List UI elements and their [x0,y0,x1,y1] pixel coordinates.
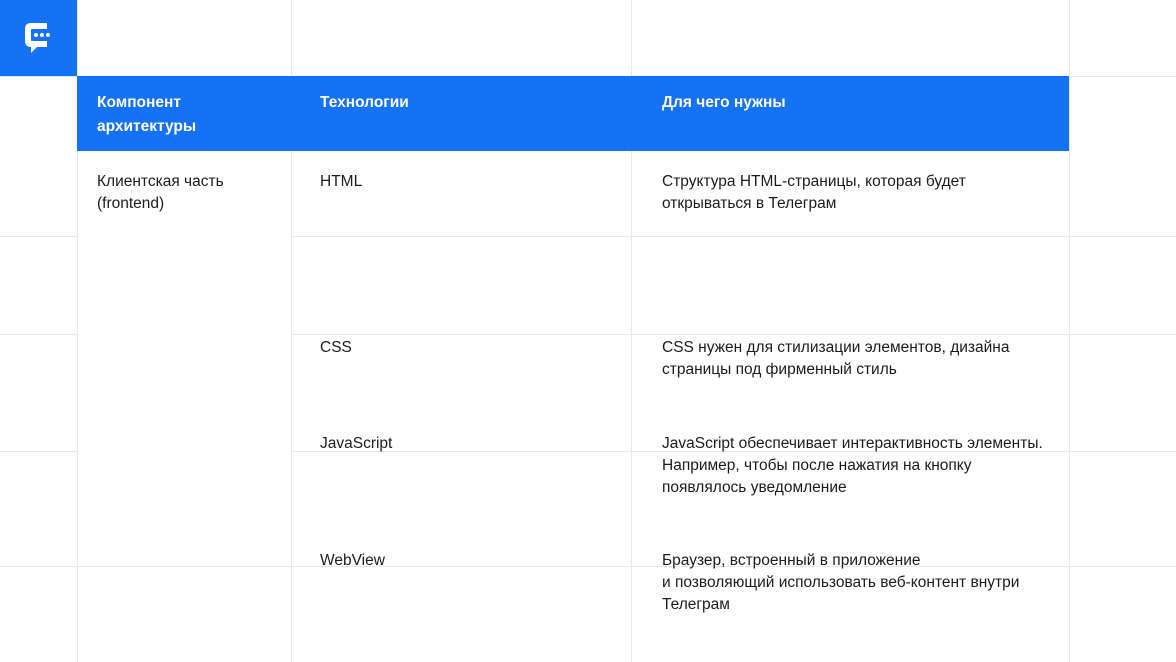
purpose-cell: CSS нужен для стилизации элементов, диза… [662,339,1010,378]
slide: Компонент архитектуры Технологии Для чег… [0,0,1176,662]
grid-line [0,76,77,77]
grid-line [291,236,1176,237]
grid-line [0,451,77,452]
component-frontend-label: Клиентская часть (frontend) [97,173,224,212]
tech-cell: HTML [320,173,363,190]
header-technologies: Технологии [320,94,409,111]
grid-line [0,334,77,335]
grid-line [0,236,77,237]
chat-bubble-logo-icon [24,23,50,53]
grid-line [1069,0,1070,662]
grid-line [1069,76,1176,77]
purpose-cell: Браузер, встроенный в приложение и позво… [662,552,1020,613]
tech-cell: JavaScript [320,435,393,452]
purpose-cell: JavaScript обеспечивает интерактивность … [662,435,1043,496]
header-purpose: Для чего нужны [662,94,786,111]
logo [0,0,77,76]
grid-line [291,334,1176,335]
architecture-table: Компонент архитектуры Технологии Для чег… [77,76,1069,613]
purpose-cell: Структура HTML-страницы, которая будет о… [662,173,966,212]
table-header: Компонент архитектуры Технологии Для чег… [77,76,1069,151]
tech-cell: CSS [320,339,352,356]
header-component: Компонент архитектуры [97,94,197,135]
tech-cell: WebView [320,552,385,569]
